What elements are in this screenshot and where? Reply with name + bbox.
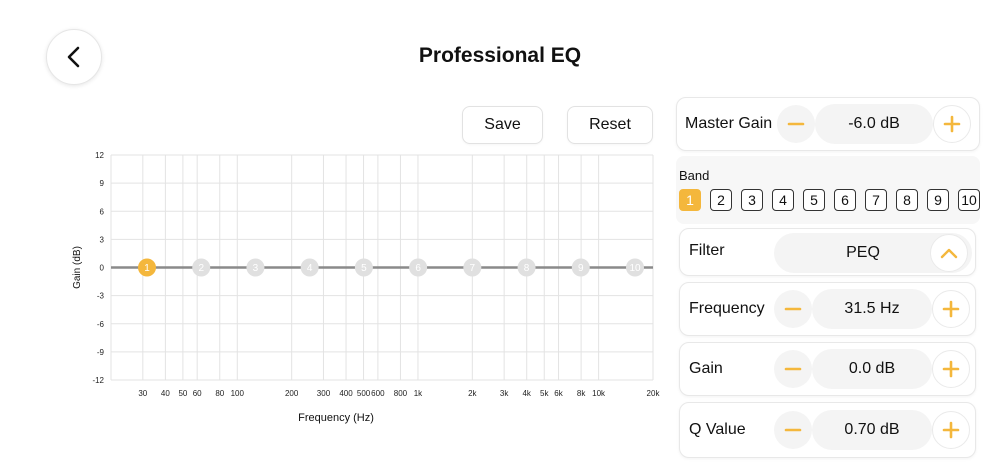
- band-point-label: 1: [144, 263, 150, 274]
- filter-label: Filter: [689, 242, 725, 259]
- x-tick-label: 40: [161, 389, 170, 398]
- plus-icon: [942, 360, 960, 378]
- band-point-label: 3: [253, 263, 259, 274]
- x-tick-label: 2k: [468, 389, 477, 398]
- page-title: Professional EQ: [418, 44, 582, 67]
- x-tick-label: 5k: [540, 389, 549, 398]
- q-value-row: Q Value 0.70 dB: [679, 402, 976, 458]
- band-point-label: 9: [578, 263, 584, 274]
- y-tick-label: -12: [92, 376, 104, 385]
- minus-icon: [784, 428, 802, 432]
- gain-row: Gain 0.0 dB: [679, 342, 976, 396]
- plus-icon: [942, 421, 960, 439]
- plus-icon: [943, 115, 961, 133]
- chevron-up-icon: [940, 248, 958, 259]
- x-tick-label: 100: [231, 389, 245, 398]
- x-axis-label: Frequency (Hz): [298, 412, 374, 424]
- x-tick-label: 400: [339, 389, 353, 398]
- filter-value: PEQ: [846, 244, 880, 261]
- x-tick-label: 500: [357, 389, 371, 398]
- band-label: Band: [679, 168, 710, 183]
- band-button-1[interactable]: 1: [679, 189, 701, 211]
- x-tick-label: 30: [138, 389, 147, 398]
- band-button-7[interactable]: 7: [865, 189, 887, 211]
- q-value-value: 0.70 dB: [844, 421, 900, 438]
- q-value-display: 0.70 dB: [812, 410, 932, 450]
- y-tick-label: 0: [100, 264, 105, 273]
- band-button-2[interactable]: 2: [710, 189, 732, 211]
- x-tick-label: 1k: [414, 389, 423, 398]
- x-tick-label: 300: [317, 389, 331, 398]
- y-tick-label: 12: [95, 151, 104, 160]
- plus-icon: [942, 300, 960, 318]
- band-button-3[interactable]: 3: [741, 189, 763, 211]
- x-tick-label: 10k: [592, 389, 606, 398]
- q-value-label: Q Value: [689, 421, 746, 438]
- frequency-value-display: 31.5 Hz: [812, 289, 932, 329]
- y-tick-label: 9: [100, 179, 105, 188]
- x-tick-label: 8k: [577, 389, 586, 398]
- y-tick-label: -3: [97, 292, 105, 301]
- band-point-label: 6: [415, 263, 421, 274]
- frequency-decrease-button[interactable]: [774, 290, 812, 328]
- x-tick-label: 200: [285, 389, 299, 398]
- band-button-10[interactable]: 10: [958, 189, 980, 211]
- reset-button[interactable]: Reset: [567, 106, 653, 144]
- q-value-increase-button[interactable]: [932, 411, 970, 449]
- band-button-8[interactable]: 8: [896, 189, 918, 211]
- gain-decrease-button[interactable]: [774, 350, 812, 388]
- filter-row: Filter PEQ: [679, 228, 976, 276]
- x-tick-label: 20k: [647, 389, 661, 398]
- filter-collapse-button[interactable]: [930, 234, 968, 272]
- band-button-6[interactable]: 6: [834, 189, 856, 211]
- q-value-decrease-button[interactable]: [774, 411, 812, 449]
- master-gain-row: Master Gain -6.0 dB: [676, 97, 980, 151]
- band-point-label: 4: [307, 263, 313, 274]
- x-tick-label: 6k: [554, 389, 563, 398]
- band-point-label: 7: [470, 263, 476, 274]
- minus-icon: [784, 307, 802, 311]
- frequency-row: Frequency 31.5 Hz: [679, 282, 976, 336]
- band-button-5[interactable]: 5: [803, 189, 825, 211]
- y-tick-label: 6: [100, 207, 105, 216]
- y-tick-label: 3: [100, 235, 105, 244]
- frequency-increase-button[interactable]: [932, 290, 970, 328]
- master-gain-increase-button[interactable]: [933, 105, 971, 143]
- gain-increase-button[interactable]: [932, 350, 970, 388]
- gain-value-display: 0.0 dB: [812, 349, 932, 389]
- x-tick-label: 60: [193, 389, 202, 398]
- band-point-label: 2: [198, 263, 204, 274]
- gain-value: 0.0 dB: [848, 360, 896, 377]
- band-point-label: 5: [361, 263, 367, 274]
- x-tick-label: 3k: [500, 389, 509, 398]
- eq-chart[interactable]: 129630-3-6-9-1230 40 50 60 80 100 200 300 400 500…: [0, 140, 670, 440]
- gain-label: Gain: [689, 360, 723, 377]
- master-gain-value: -6.0 dB: [848, 115, 900, 132]
- master-gain-label: Master Gain: [685, 115, 773, 132]
- y-tick-label: -9: [97, 348, 105, 357]
- x-tick-label: 600: [371, 389, 385, 398]
- band-point-label: 8: [524, 263, 530, 274]
- y-axis-label: Gain (dB): [72, 246, 83, 289]
- save-button[interactable]: Save: [462, 106, 543, 144]
- master-gain-decrease-button[interactable]: [777, 105, 815, 143]
- master-gain-value-display: -6.0 dB: [815, 104, 933, 144]
- x-tick-label: 800: [394, 389, 408, 398]
- frequency-label: Frequency: [689, 300, 765, 317]
- x-tick-label: 50: [178, 389, 187, 398]
- minus-icon: [787, 122, 805, 126]
- band-selector: Band 1 2 3 4 5 6 7 8 9 10: [676, 156, 980, 224]
- frequency-value: 31.5 Hz: [844, 300, 900, 317]
- x-tick-label: 4k: [522, 389, 531, 398]
- band-button-4[interactable]: 4: [772, 189, 794, 211]
- band-button-9[interactable]: 9: [927, 189, 949, 211]
- x-tick-label: 80: [215, 389, 224, 398]
- band-point-label: 10: [629, 263, 641, 274]
- y-tick-label: -6: [97, 320, 105, 329]
- minus-icon: [784, 367, 802, 371]
